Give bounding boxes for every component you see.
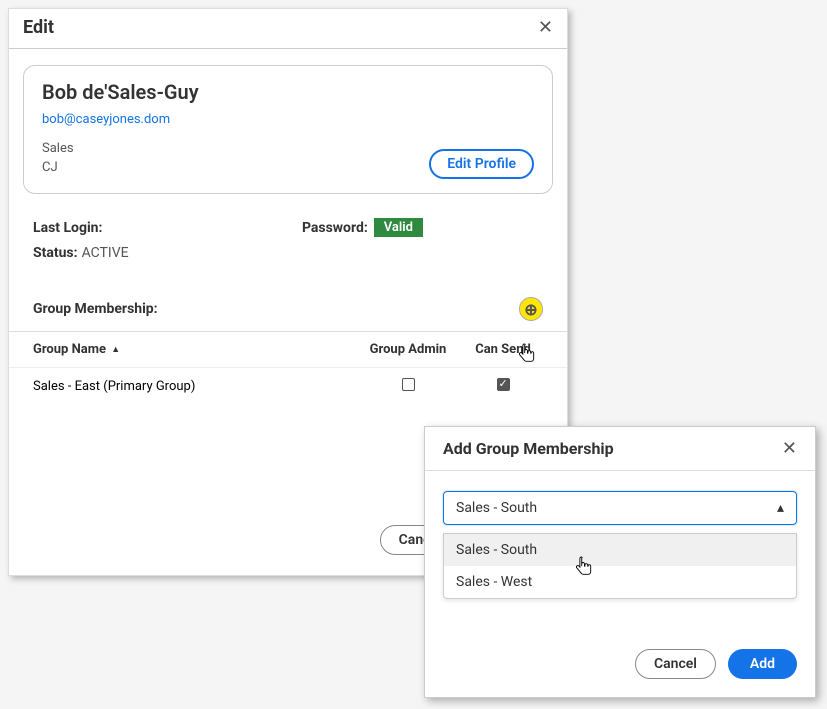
col-header-send[interactable]: Can Send <box>463 342 543 357</box>
dropdown-option[interactable]: Sales - West <box>444 566 796 598</box>
col-name-label: Group Name <box>33 342 106 357</box>
close-icon[interactable]: ✕ <box>538 19 553 37</box>
profile-card: Bob de'Sales-Guy bob@caseyjones.dom Sale… <box>23 65 553 194</box>
group-select-wrap: Sales - South ▴ <box>425 471 815 529</box>
group-select-value: Sales - South <box>456 500 537 516</box>
user-name: Bob de'Sales-Guy <box>42 80 534 104</box>
dialog-title: Edit <box>23 17 54 38</box>
status-row: Status: ACTIVE <box>33 245 543 261</box>
last-login-label: Last Login: <box>33 220 102 236</box>
group-membership-header: Group Membership: ⊕ <box>9 277 567 332</box>
group-table-header: Group Name ▲ Group Admin Can Send <box>9 332 567 368</box>
last-login-row: Last Login: Password: Valid <box>33 218 543 237</box>
group-membership-label: Group Membership: <box>33 301 158 317</box>
group-dropdown-list: Sales - South Sales - West <box>443 533 797 599</box>
can-send-checkbox[interactable] <box>497 378 510 391</box>
close-icon[interactable]: ✕ <box>782 440 797 458</box>
add-dialog-footer: Cancel Add <box>425 599 815 697</box>
group-select[interactable]: Sales - South ▴ <box>443 491 797 525</box>
col-header-admin[interactable]: Group Admin <box>353 342 463 357</box>
add-dialog-title: Add Group Membership <box>443 439 614 458</box>
dialog-header: Edit ✕ <box>9 9 567 49</box>
chevron-up-icon: ▴ <box>777 500 784 516</box>
group-admin-checkbox[interactable] <box>402 378 415 391</box>
group-admin-cell <box>353 378 463 395</box>
can-send-cell <box>463 378 543 395</box>
sort-ascending-icon: ▲ <box>111 345 120 355</box>
add-dialog-header: Add Group Membership ✕ <box>425 427 815 471</box>
password-status-badge: Valid <box>374 218 423 237</box>
group-name-cell: Sales - East (Primary Group) <box>33 379 353 394</box>
user-email-link[interactable]: bob@caseyjones.dom <box>42 112 170 127</box>
edit-profile-button[interactable]: Edit Profile <box>429 149 534 179</box>
add-button[interactable]: Add <box>728 649 797 679</box>
dropdown-option[interactable]: Sales - South <box>444 534 796 566</box>
cancel-button[interactable]: Cancel <box>635 649 716 679</box>
status-label: Status: <box>33 245 78 261</box>
password-block: Password: Valid <box>302 218 423 237</box>
col-header-name[interactable]: Group Name ▲ <box>33 342 353 357</box>
status-value: ACTIVE <box>82 245 129 261</box>
group-table-row: Sales - East (Primary Group) <box>9 368 567 405</box>
plus-icon: ⊕ <box>524 300 537 319</box>
add-group-button[interactable]: ⊕ <box>519 297 543 321</box>
user-info-section: Last Login: Password: Valid Status: ACTI… <box>9 206 567 277</box>
add-group-dialog: Add Group Membership ✕ Sales - South ▴ S… <box>424 426 816 698</box>
password-label: Password: <box>302 220 368 236</box>
